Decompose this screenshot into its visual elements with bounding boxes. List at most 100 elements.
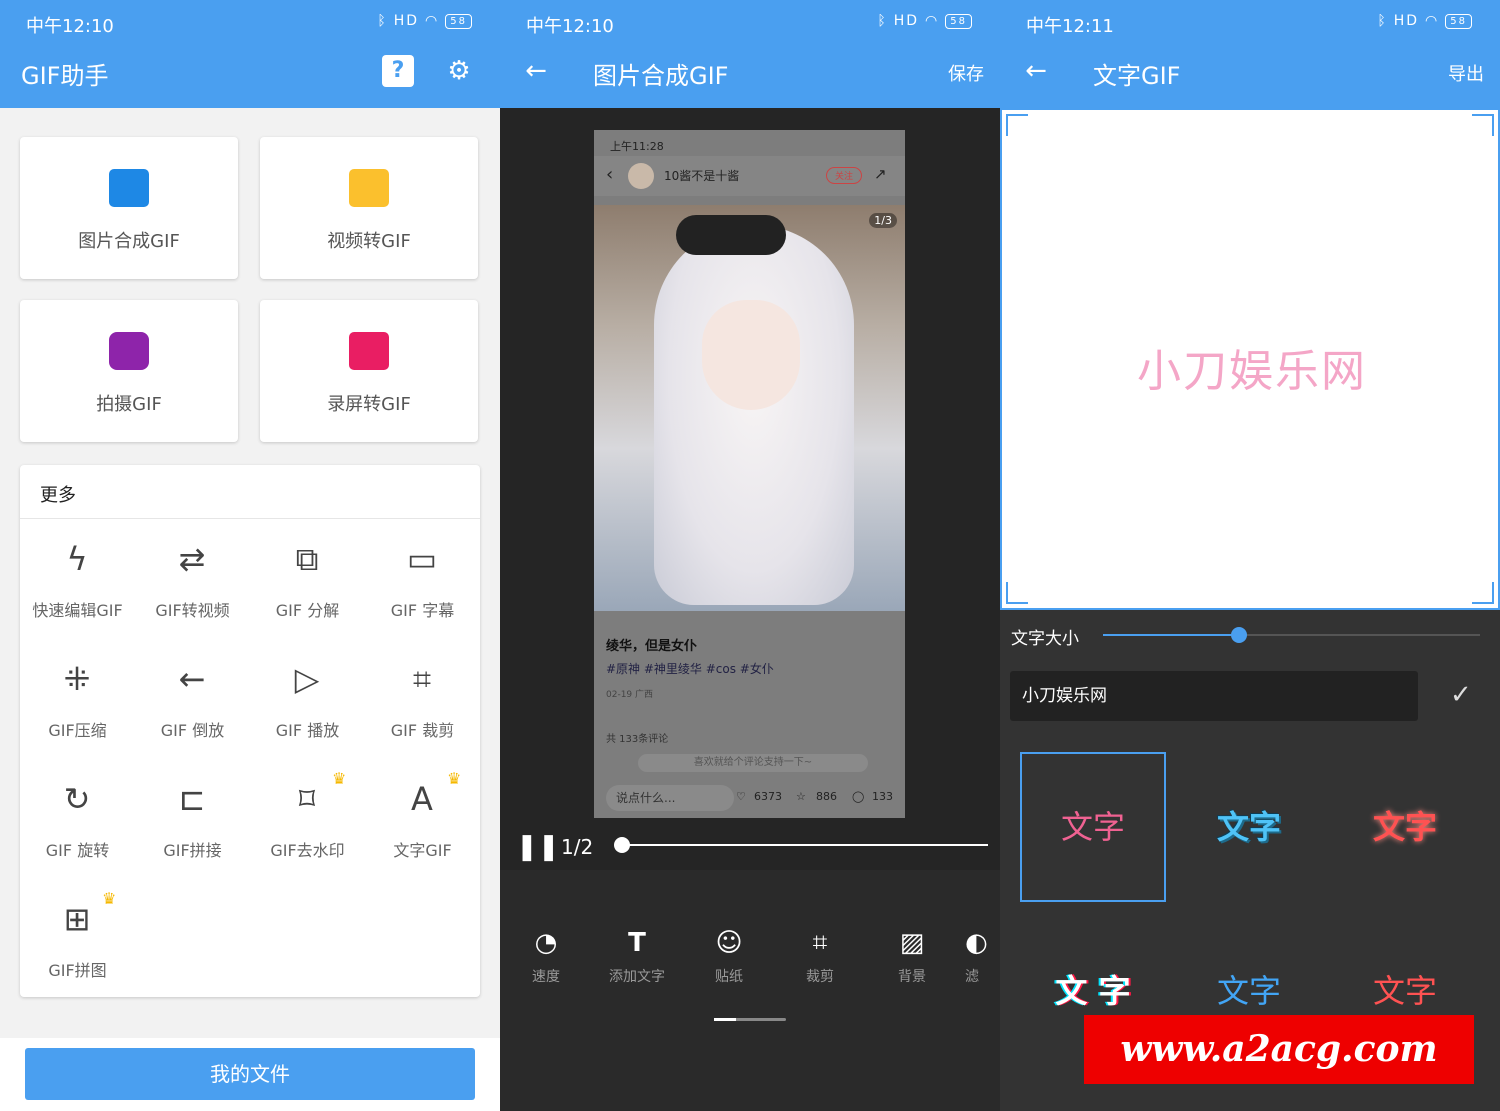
text-canvas[interactable]: 小刀娱乐网 (1000, 108, 1500, 610)
status-time: 中午12:10 (526, 16, 614, 37)
tool-label: GIF 播放 (275, 721, 340, 740)
wifi-icon: ◠ (1425, 13, 1440, 29)
gif-preview-frame: 上午11:28 ‹ 10酱不是十酱 关注 ↗ 1/3 绫华，但是女仆 #原神 #… (594, 130, 905, 818)
tool-crop[interactable]: ⌗ 裁剪 (785, 928, 855, 986)
check-icon[interactable]: ✓ (1450, 680, 1472, 710)
avatar (628, 163, 654, 189)
style-sample: 文 字 (1055, 972, 1131, 1010)
tool-label: GIF 字幕 (390, 601, 455, 620)
text-style-option[interactable]: 文字 (1332, 752, 1478, 902)
help-icon[interactable]: ? (382, 55, 414, 87)
tool-label: 贴纸 (715, 969, 743, 985)
pause-icon[interactable]: ❚❚ (516, 832, 560, 862)
preview-input: 说点什么... (606, 785, 734, 811)
compress-icon: ⁜ (63, 660, 91, 698)
text-gif-screen: 中午12:11 ᛒ HD ◠ 58 ← 文字GIF 导出 小刀娱乐网 文字大小 … (1000, 0, 1500, 1111)
tool-label: GIF拼接 (163, 841, 222, 860)
card-label: 视频转GIF (327, 231, 411, 252)
photo-bow (676, 215, 786, 255)
tool-gif-compress[interactable]: ⁜ GIF压缩 (20, 645, 135, 764)
save-button[interactable]: 保存 (948, 60, 984, 86)
my-files-button[interactable]: 我的文件 (25, 1048, 475, 1100)
preview-follow-badge: 关注 (826, 167, 863, 184)
arrow-left-icon: ← (178, 660, 206, 698)
frame-slider-knob[interactable] (614, 837, 630, 853)
tool-gif-rotate[interactable]: ↻ GIF 旋转 (20, 765, 135, 884)
watermark-remove-icon: ⌑ (298, 780, 316, 818)
status-bar: 中午12:11 ᛒ HD ◠ 58 (1000, 0, 1500, 46)
canvas-text: 小刀娱乐网 (1137, 346, 1367, 397)
heart-icon: ♡ (736, 790, 746, 803)
corner-marker (1006, 582, 1028, 604)
text-size-slider-knob[interactable] (1230, 627, 1247, 643)
tool-gif-to-video[interactable]: ⇄ GIF转视频 (135, 525, 250, 644)
bluetooth-icon: ᛒ (377, 13, 388, 29)
photo-page-badge: 1/3 (869, 213, 897, 228)
frame-slider-track[interactable] (622, 844, 988, 846)
card-screen-record-gif[interactable]: 录屏转GIF (260, 300, 478, 442)
status-icons: ᛒ HD ◠ 58 (1377, 13, 1472, 29)
export-button[interactable]: 导出 (1448, 60, 1484, 86)
style-sample: 文字 (1216, 808, 1281, 846)
status-time: 中午12:10 (26, 16, 114, 37)
tool-gif-reverse[interactable]: ← GIF 倒放 (135, 645, 250, 764)
text-icon: A (411, 780, 433, 818)
tool-speed[interactable]: ◔ 速度 (511, 928, 581, 986)
tool-text-gif[interactable]: A 文字GIF ♛ (365, 765, 480, 884)
back-arrow-icon[interactable]: ← (1020, 55, 1052, 87)
tool-gif-remove-watermark[interactable]: ⌑ GIF去水印 ♛ (250, 765, 365, 884)
back-arrow-icon[interactable]: ← (520, 55, 552, 87)
preview-comment-hint: 喜欢就给个评论支持一下~ (638, 754, 868, 772)
tool-add-text[interactable]: T 添加文字 (602, 928, 672, 986)
style-sample: 文字 (1372, 808, 1437, 846)
card-video-to-gif[interactable]: 视频转GIF (260, 137, 478, 279)
tool-quick-edit[interactable]: ϟ 快速编辑GIF (20, 525, 135, 644)
tool-label: 背景 (898, 969, 926, 985)
tool-label: GIF转视频 (155, 601, 230, 620)
bluetooth-icon: ᛒ (1377, 13, 1388, 29)
tool-gif-play[interactable]: ▷ GIF 播放 (250, 645, 365, 764)
tool-sticker[interactable]: ☺ 贴纸 (694, 928, 764, 986)
tool-background[interactable]: ▨ 背景 (877, 928, 947, 986)
video-icon (349, 332, 389, 370)
signal-icon: HD (393, 13, 420, 29)
wifi-icon: ◠ (925, 13, 940, 29)
join-icon: ⊏ (178, 780, 206, 818)
play-icon: ▷ (294, 660, 320, 698)
movie-icon (349, 169, 389, 207)
text-style-option[interactable]: 文字 (1020, 752, 1166, 902)
split-icon: ⧉ (295, 540, 319, 578)
preview-likes: 6373 (754, 790, 782, 803)
gear-icon[interactable]: ⚙ (443, 55, 475, 87)
preview-post-title: 绫华，但是女仆 (606, 639, 698, 654)
card-capture-gif[interactable]: 拍摄GIF (20, 300, 238, 442)
page-title: 文字GIF (1093, 62, 1181, 90)
card-images-to-gif[interactable]: 图片合成GIF (20, 137, 238, 279)
more-header: 更多 (40, 485, 76, 506)
images-to-gif-screen: 中午12:10 ᛒ HD ◠ 58 ← 图片合成GIF 保存 上午11:28 ‹… (500, 0, 1000, 1111)
card-label: 录屏转GIF (327, 394, 411, 415)
more-tools-panel: 更多 ϟ 快速编辑GIF ⇄ GIF转视频 ⧉ GIF 分解 ▭ GIF 字幕 … (20, 465, 480, 997)
status-bar: 中午12:10 ᛒ HD ◠ 58 (0, 0, 500, 46)
tool-label: 添加文字 (609, 969, 665, 985)
collage-icon: ⊞ (63, 900, 91, 938)
tool-gif-join[interactable]: ⊏ GIF拼接 (135, 765, 250, 884)
corner-marker (1472, 582, 1494, 604)
tool-gif-subtitle[interactable]: ▭ GIF 字幕 (365, 525, 480, 644)
preview-post-date: 02-19 广西 (606, 690, 654, 700)
style-sample: 文字 (1060, 808, 1125, 846)
main-screen: 中午12:10 ᛒ HD ◠ 58 GIF助手 ? ⚙ 图片合成GIF 视频转G… (0, 0, 500, 1111)
text-size-label: 文字大小 (1011, 629, 1079, 649)
tool-gif-split[interactable]: ⧉ GIF 分解 (250, 525, 365, 644)
text-input[interactable]: 小刀娱乐网 (1010, 671, 1418, 721)
app-bar: 中午12:10 ᛒ HD ◠ 58 ← 图片合成GIF 保存 (500, 0, 1000, 108)
watermark-banner: www.a2acg.com (1084, 1015, 1474, 1084)
rotate-icon: ↻ (63, 780, 91, 818)
tool-filter[interactable]: ◐ 滤 (965, 928, 995, 986)
tool-gif-collage[interactable]: ⊞ GIF拼图 ♛ (20, 885, 135, 1004)
divider (20, 518, 480, 519)
tool-gif-crop[interactable]: ⌗ GIF 裁剪 (365, 645, 480, 764)
subtitle-icon: ▭ (406, 540, 438, 578)
corner-marker (1006, 114, 1028, 136)
text-style-option[interactable]: 文字 (1176, 752, 1322, 902)
